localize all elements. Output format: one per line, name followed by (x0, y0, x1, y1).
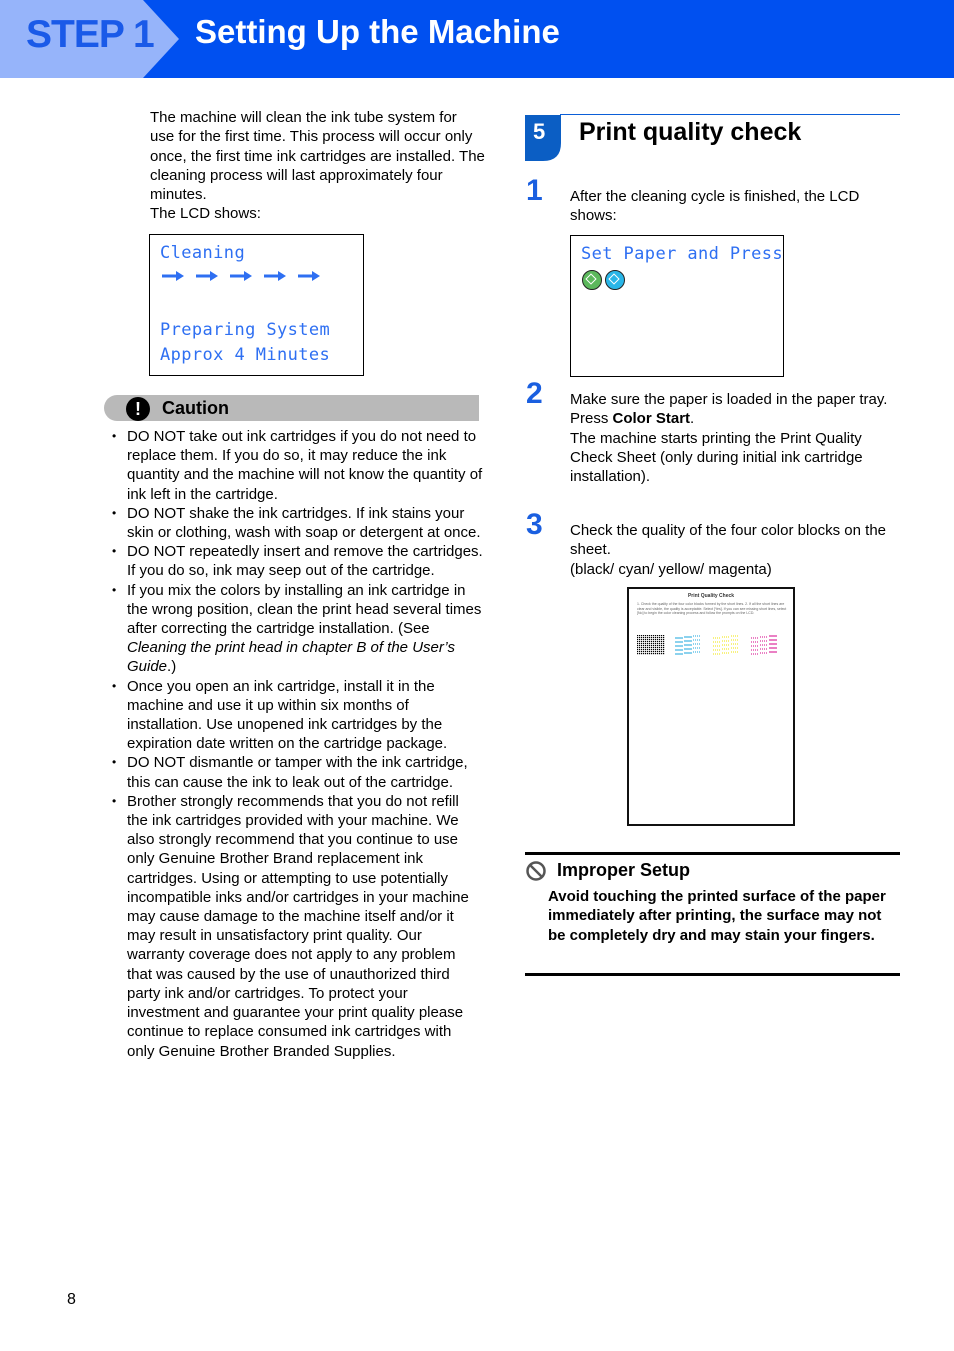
step-label: STEP 1 (26, 13, 155, 56)
right-arrow-icon (264, 271, 286, 281)
lcd-line-3: Preparing System (160, 320, 331, 340)
page-number: 8 (67, 1291, 76, 1308)
caution-item: Brother strongly recommends that you do … (108, 792, 483, 1061)
color-start-button-icon (605, 270, 625, 290)
right-arrow-icon (298, 271, 320, 281)
step-number-3: 3 (526, 508, 543, 541)
step-number-2: 2 (526, 377, 543, 410)
page-title: Setting Up the Machine (195, 13, 560, 50)
caution-item: Once you open an ink cartridge, install … (108, 677, 483, 754)
prohibited-icon (526, 861, 546, 881)
lcd-display-set-paper: Set Paper and Press (570, 235, 784, 377)
improper-setup-title: Improper Setup (557, 860, 691, 880)
lcd-display-cleaning: Cleaning Preparing System Approx 4 Minut… (149, 234, 364, 376)
caution-item: DO NOT shake the ink cartridges. If ink … (108, 504, 483, 542)
step-2-text: Make sure the paper is loaded in the pap… (570, 391, 888, 486)
sheet-instructions: 1. Check the quality of the four color b… (637, 602, 787, 615)
improper-bottom-rule (525, 973, 900, 976)
lcd-progress-arrows (161, 269, 321, 283)
caution-item: DO NOT take out ink cartridges if you do… (108, 427, 483, 504)
color-block-magenta (751, 635, 777, 655)
right-arrow-icon (162, 271, 184, 281)
section-title: Print quality check (579, 118, 802, 146)
caution-item: If you mix the colors by installing an i… (108, 581, 483, 677)
lcd-start-buttons (582, 270, 625, 290)
improper-setup-text: Avoid touching the printed surface of th… (548, 888, 886, 944)
exclamation-icon: ! (126, 397, 150, 421)
step-3-text: Check the quality of the four color bloc… (570, 522, 887, 578)
mono-start-button-icon (582, 270, 602, 290)
color-block-black (637, 635, 665, 655)
lcd-line-1: Set Paper and Press (581, 244, 784, 264)
lcd-line-4: Approx 4 Minutes (160, 345, 331, 365)
sheet-title: Print Quality Check (687, 593, 735, 599)
step-1-text: After the cleaning cycle is finished, th… (570, 188, 860, 225)
caution-list: DO NOT take out ink cartridges if you do… (108, 427, 483, 1061)
color-block-cyan (675, 635, 701, 655)
right-arrow-icon (196, 271, 218, 281)
caution-item: DO NOT repeatedly insert and remove the … (108, 542, 483, 580)
improper-top-rule (525, 852, 900, 855)
color-block-yellow (713, 635, 739, 655)
intro-paragraph: The machine will clean the ink tube syst… (150, 109, 485, 204)
print-quality-check-sheet: Print Quality Check 1. Check the quality… (627, 587, 795, 826)
color-blocks (637, 635, 781, 657)
caution-item: DO NOT dismantle or tamper with the ink … (108, 753, 483, 791)
intro-lcd-label: The LCD shows: (150, 205, 261, 223)
caution-header-bar (104, 395, 479, 421)
right-arrow-icon (230, 271, 252, 281)
step-number-1: 1 (526, 174, 543, 207)
step-tab: STEP 1 (0, 0, 180, 78)
lcd-line-1: Cleaning (160, 243, 246, 263)
intro-text: The machine will clean the ink tube syst… (150, 108, 485, 224)
section-rule (560, 114, 900, 115)
color-start-key: Color Start (612, 410, 691, 428)
caution-title: Caution (162, 398, 229, 418)
section-number: 5 (533, 119, 546, 144)
